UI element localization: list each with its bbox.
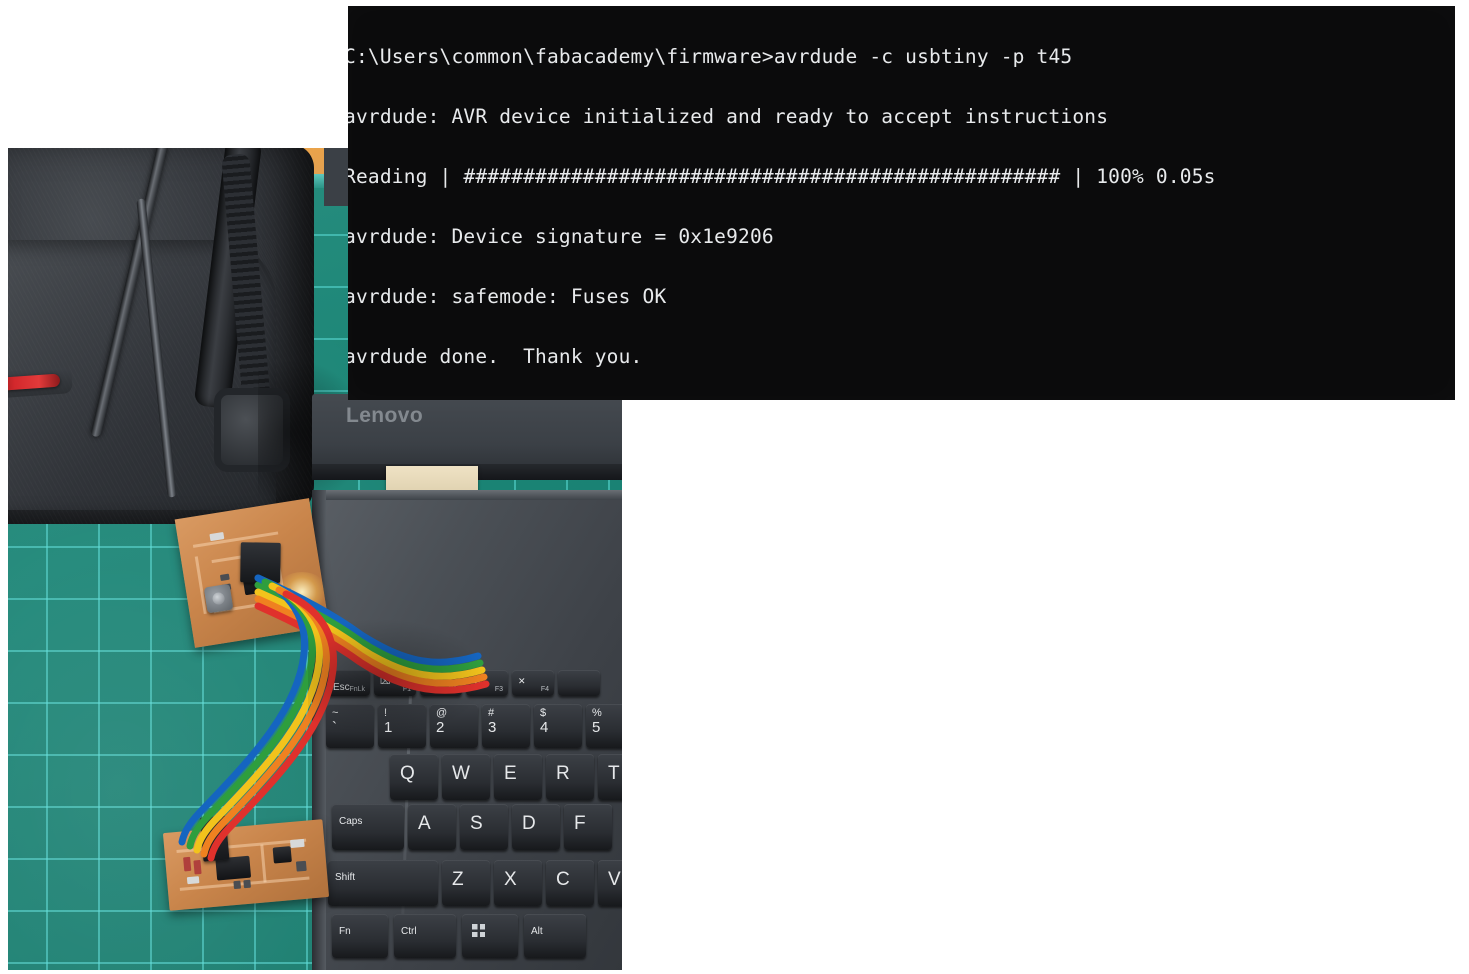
key-fn-label: F4 <box>540 686 549 693</box>
key-label: Fn <box>339 926 351 937</box>
terminal-line-safemode: avrdude: safemode: Fuses OK <box>348 285 667 308</box>
programmer-led-glow <box>276 572 328 612</box>
key-z: Z <box>442 860 490 906</box>
key-label: T <box>608 763 620 784</box>
key-shift: Shift <box>328 860 438 906</box>
key-label: Ctrl <box>401 926 417 937</box>
key-win <box>462 914 518 958</box>
key-three: #3 <box>482 704 530 748</box>
key-e: E <box>494 754 542 800</box>
pcb-component <box>233 880 242 890</box>
key-label: C <box>556 869 570 890</box>
pcb-component <box>193 859 202 875</box>
pcb-component <box>272 846 292 864</box>
key-label-top: # <box>488 707 495 719</box>
key-alt: Alt <box>524 914 586 958</box>
key-capslock: Caps <box>332 804 404 850</box>
key-ctrl: Ctrl <box>394 914 456 958</box>
terminal-line-signature: avrdude: Device signature = 0x1e9206 <box>348 225 774 248</box>
windows-icon <box>472 924 485 937</box>
key-w: W <box>442 754 490 800</box>
command-prompt-window[interactable]: C:\Users\common\fabacademy\firmware>avrd… <box>348 6 1455 400</box>
key-q: Q <box>390 754 438 800</box>
key-label: E <box>504 763 517 784</box>
key-label: Q <box>400 763 415 784</box>
key-label: A <box>418 813 431 834</box>
pcb-component <box>219 573 230 581</box>
key-r: R <box>546 754 594 800</box>
pcb-trace <box>194 556 207 615</box>
key-label: Z <box>452 869 464 890</box>
key-label: V <box>608 869 621 890</box>
key-label: W <box>452 763 470 784</box>
key-label: Shift <box>335 872 356 883</box>
key-label: F <box>574 813 586 834</box>
key-label-bottom: 3 <box>488 719 497 736</box>
key-label: X <box>504 869 517 890</box>
key-f4: ✕ F4 <box>512 670 554 696</box>
key-label: Caps <box>339 816 363 827</box>
laptop-front-edge <box>312 490 622 500</box>
key-f5 <box>558 670 600 696</box>
pcb-component <box>186 876 200 885</box>
laptop-lid-edge <box>324 148 350 206</box>
key-label-top: % <box>592 707 602 719</box>
key-label-bottom: 4 <box>540 719 549 736</box>
key-label: D <box>522 813 536 834</box>
key-c: C <box>546 860 594 906</box>
pcb-component <box>289 838 305 849</box>
target-isp-header <box>199 815 230 862</box>
key-label: S <box>470 813 483 834</box>
key-a: A <box>408 804 456 850</box>
pcb-component <box>243 879 251 889</box>
terminal-line-done: avrdude done. Thank you. <box>348 345 643 368</box>
key-four: $4 <box>534 704 582 748</box>
key-d: D <box>512 804 560 850</box>
cable-shadow <box>308 618 488 738</box>
key-v: V <box>598 860 622 906</box>
key-label-bottom: 5 <box>592 719 601 736</box>
laptop-lid: Lenovo <box>312 394 622 472</box>
key-f: F <box>564 804 612 850</box>
key-fn-label: F3 <box>494 686 503 693</box>
key-t: T <box>598 754 622 800</box>
key-fn: Fn <box>332 914 388 958</box>
key-label: ✕ <box>518 676 526 686</box>
terminal-line-initialized: avrdude: AVR device initialized and read… <box>348 105 1109 128</box>
terminal-line-reading-progress: Reading | ##############################… <box>348 165 1216 188</box>
reset-button <box>203 583 234 614</box>
lenovo-logo: Lenovo <box>346 404 424 427</box>
key-label: R <box>556 763 570 784</box>
key-s: S <box>460 804 508 850</box>
key-label: Alt <box>531 926 543 937</box>
terminal-line-command: C:\Users\common\fabacademy\firmware>avrd… <box>348 45 1073 68</box>
key-label-top: $ <box>540 707 547 719</box>
key-x: X <box>494 860 542 906</box>
pcb-component <box>295 860 307 872</box>
key-five: % 5 <box>586 704 622 748</box>
pcb-trace <box>260 844 267 883</box>
attiny45-target-board <box>162 815 330 911</box>
pcb-component <box>183 856 192 872</box>
isp-connector <box>240 542 281 583</box>
